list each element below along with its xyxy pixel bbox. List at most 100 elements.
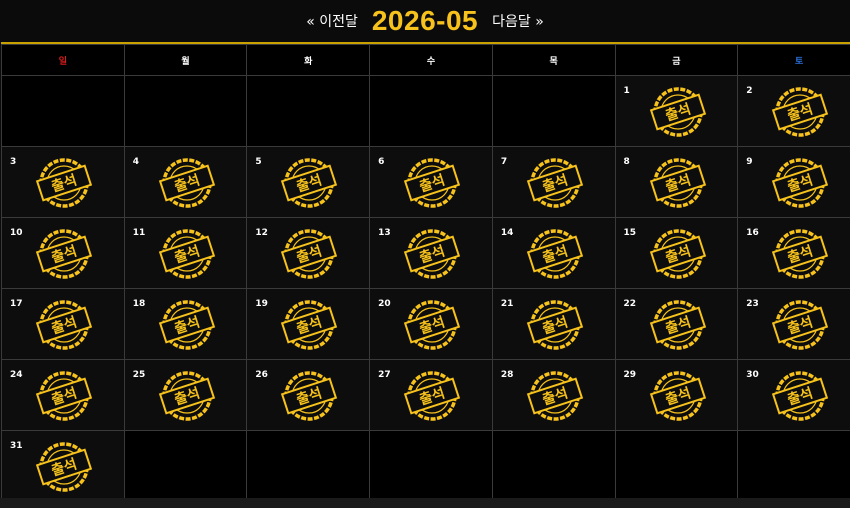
day-cell[interactable]: 29 출석 — [614, 359, 739, 431]
attendance-stamp-icon: 출석 — [281, 371, 338, 421]
attendance-stamp-icon: 출석 — [526, 158, 583, 208]
day-cell[interactable]: 1 출석 — [614, 75, 739, 147]
day-number: 25 — [132, 370, 146, 380]
week-row: 10 출석 11 출석 12 출석 13 출석 14 출석 15 출석 16 출석 — [1, 217, 850, 289]
calendar-grid: 일 월 화 수 목 금 토 1 출석 2 출석 3 출석 4 출석 5 출석 6 출석 7 출석 8 출석 9 출… — [1, 44, 850, 502]
day-number: 16 — [746, 228, 759, 238]
attendance-stamp-icon: 출석 — [772, 87, 829, 137]
attendance-stamp-icon: 출석 — [649, 300, 706, 350]
attendance-stamp-icon: 출석 — [158, 300, 215, 350]
weekday-header: 목 — [491, 44, 616, 76]
day-cell[interactable]: 24 출석 — [1, 359, 125, 431]
day-cell[interactable]: 9 출석 — [737, 146, 850, 218]
weekday-header: 화 — [246, 44, 371, 76]
footer-bar — [0, 498, 850, 508]
attendance-stamp-icon: 출석 — [526, 300, 583, 350]
week-row: 3 출석 4 출석 5 출석 6 출석 7 출석 8 출석 9 출석 — [1, 146, 850, 218]
day-number: 29 — [623, 370, 637, 380]
day-cell[interactable]: 17 출석 — [1, 288, 125, 360]
empty-day-cell — [1, 75, 125, 147]
day-number: 11 — [132, 228, 146, 238]
day-number: 3 — [10, 157, 17, 167]
empty-day-cell — [737, 430, 850, 502]
day-cell[interactable]: 30 출석 — [737, 359, 850, 431]
week-row: 31 출석 — [1, 430, 850, 502]
attendance-calendar: 일 월 화 수 목 금 토 1 출석 2 출석 3 출석 4 출석 5 출석 6 출석 7 출석 8 출석 9 출… — [1, 42, 850, 502]
day-cell[interactable]: 31 출석 — [1, 430, 125, 502]
day-number: 2 — [746, 86, 753, 96]
day-cell[interactable]: 2 출석 — [737, 75, 850, 147]
month-title: 2026-05 — [371, 5, 479, 36]
day-number: 10 — [10, 228, 23, 238]
empty-day-cell — [246, 430, 371, 502]
day-cell[interactable]: 10 출석 — [1, 217, 125, 289]
attendance-stamp-icon: 출석 — [772, 371, 829, 421]
calendar-body: 1 출석 2 출석 3 출석 4 출석 5 출석 6 출석 7 출석 8 출석 9 출석 10 출석 11 출석 12 출석 1… — [1, 75, 850, 502]
day-cell[interactable]: 3 출석 — [1, 146, 125, 218]
day-cell[interactable]: 8 출석 — [614, 146, 739, 218]
attendance-stamp-icon: 출석 — [772, 158, 829, 208]
weekday-header: 일 — [1, 44, 125, 76]
empty-day-cell — [123, 430, 248, 502]
day-cell[interactable]: 25 출석 — [123, 359, 248, 431]
day-cell[interactable]: 22 출석 — [614, 288, 739, 360]
day-cell[interactable]: 7 출석 — [491, 146, 616, 218]
day-number: 5 — [255, 157, 262, 167]
day-number: 30 — [746, 370, 759, 380]
day-cell[interactable]: 14 출석 — [491, 217, 616, 289]
day-cell[interactable]: 28 출석 — [491, 359, 616, 431]
attendance-stamp-icon: 출석 — [772, 300, 829, 350]
day-cell[interactable]: 18 출석 — [123, 288, 248, 360]
day-cell[interactable]: 27 출석 — [369, 359, 493, 431]
day-cell[interactable]: 16 출석 — [737, 217, 850, 289]
attendance-stamp-icon: 출석 — [281, 158, 338, 208]
calendar-header: « 이전달 2026-05 다음달 » — [0, 0, 850, 42]
weekday-row: 일 월 화 수 목 금 토 — [1, 44, 850, 76]
attendance-stamp-icon: 출석 — [403, 158, 461, 208]
day-cell[interactable]: 4 출석 — [123, 146, 248, 218]
attendance-stamp-icon: 출석 — [649, 87, 706, 137]
day-number: 19 — [255, 299, 268, 309]
day-cell[interactable]: 12 출석 — [246, 217, 371, 289]
empty-day-cell — [369, 430, 493, 502]
day-cell[interactable]: 21 출석 — [491, 288, 616, 360]
attendance-stamp-icon: 출석 — [281, 229, 338, 279]
next-month-link[interactable]: 다음달 » — [492, 11, 544, 31]
day-cell[interactable]: 20 출석 — [369, 288, 493, 360]
day-number: 23 — [746, 299, 759, 309]
day-cell[interactable]: 11 출석 — [123, 217, 248, 289]
day-number: 14 — [500, 228, 514, 238]
week-row: 1 출석 2 출석 — [1, 75, 850, 147]
day-cell[interactable]: 13 출석 — [369, 217, 493, 289]
attendance-stamp-icon: 출석 — [35, 158, 93, 208]
empty-day-cell — [246, 75, 371, 147]
day-cell[interactable]: 6 출석 — [369, 146, 493, 218]
attendance-stamp-icon: 출석 — [649, 158, 706, 208]
day-number: 28 — [500, 370, 514, 380]
day-number: 20 — [378, 299, 391, 309]
weekday-header: 금 — [614, 44, 739, 76]
attendance-stamp-icon: 출석 — [772, 229, 829, 279]
day-cell[interactable]: 19 출석 — [246, 288, 371, 360]
day-number: 13 — [378, 228, 391, 238]
empty-day-cell — [491, 75, 616, 147]
day-cell[interactable]: 26 출석 — [246, 359, 371, 431]
day-cell[interactable]: 15 출석 — [614, 217, 739, 289]
attendance-stamp-icon: 출석 — [281, 300, 338, 350]
prev-month-link[interactable]: « 이전달 — [306, 11, 358, 31]
attendance-stamp-icon: 출석 — [158, 229, 215, 279]
empty-day-cell — [491, 430, 616, 502]
day-number: 1 — [623, 86, 630, 96]
day-cell[interactable]: 5 출석 — [246, 146, 371, 218]
day-number: 21 — [500, 299, 514, 309]
day-number: 17 — [10, 299, 23, 309]
attendance-stamp-icon: 출석 — [35, 229, 93, 279]
attendance-stamp-icon: 출석 — [526, 371, 583, 421]
day-number: 9 — [746, 157, 753, 167]
week-row: 24 출석 25 출석 26 출석 27 출석 28 출석 29 출석 30 출석 — [1, 359, 850, 431]
week-row: 17 출석 18 출석 19 출석 20 출석 21 출석 22 출석 23 출석 — [1, 288, 850, 360]
day-number: 4 — [132, 157, 139, 167]
attendance-stamp-icon: 출석 — [35, 371, 93, 421]
attendance-stamp-icon: 출석 — [526, 229, 583, 279]
day-cell[interactable]: 23 출석 — [737, 288, 850, 360]
